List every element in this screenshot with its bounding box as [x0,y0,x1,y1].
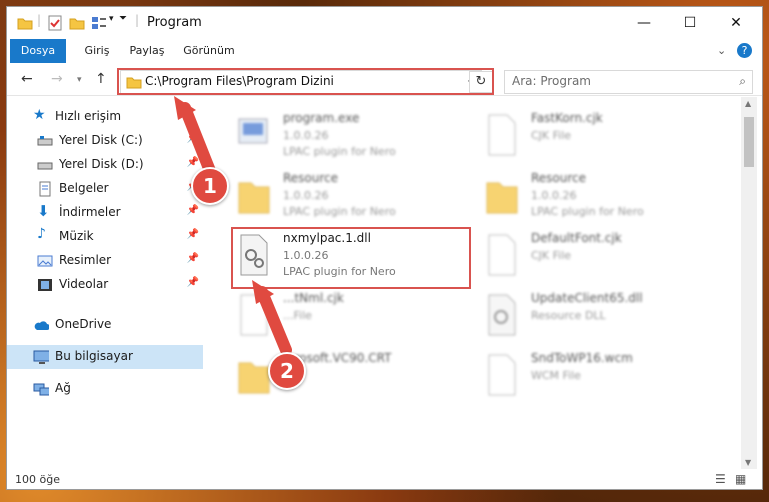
callout-step-2: 2 [268,352,306,390]
annotation-arrows [174,96,292,356]
callout-step-1: 1 [191,167,229,205]
